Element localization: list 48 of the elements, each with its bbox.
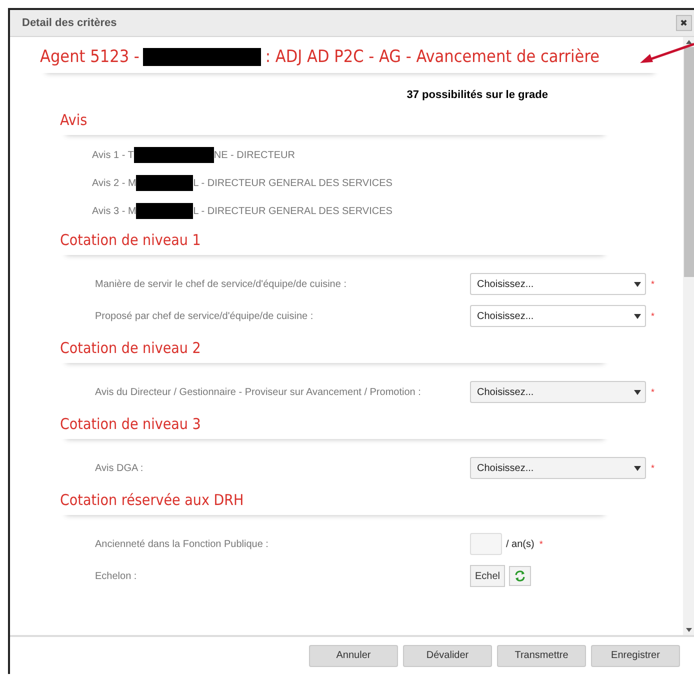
section-title: Cotation réservée aux DRH: [60, 487, 610, 515]
agent-heading-start: Agent 5123 -: [40, 47, 140, 67]
scrollbar[interactable]: [683, 37, 694, 635]
required-mark: *: [651, 279, 655, 289]
footer-button[interactable]: Enregistrer: [591, 644, 680, 666]
footer-button[interactable]: Transmettre: [497, 644, 586, 666]
select-field[interactable]: Choisissez...: [470, 305, 646, 327]
scroll-down-icon[interactable]: [686, 628, 692, 632]
refresh-button[interactable]: [509, 566, 532, 586]
required-mark: *: [539, 539, 543, 549]
required-mark: *: [651, 387, 655, 397]
caret-icon: [634, 390, 641, 394]
field-label: Avis DGA :: [95, 462, 144, 474]
caret-icon: [634, 282, 641, 286]
avis-text-start: Avis 1 - T: [92, 150, 134, 160]
section-title: Cotation de niveau 2: [60, 335, 610, 363]
section-title: Avis: [60, 107, 610, 135]
avis-text-end: L - DIRECTEUR GENERAL DES SERVICES: [193, 178, 392, 188]
close-button[interactable]: ✖: [676, 15, 692, 31]
redaction-block: [136, 203, 194, 219]
avis-text-start: Avis 3 - M: [92, 206, 136, 216]
redaction-block: [136, 175, 194, 191]
input-field[interactable]: [470, 533, 502, 555]
arrow-annotation: [638, 40, 694, 66]
caret-icon: [634, 314, 641, 318]
avis-text-end: L - DIRECTEUR GENERAL DES SERVICES: [193, 206, 392, 216]
agent-heading-end: : ADJ AD P2C - AG - Avancement de carrière: [265, 47, 600, 67]
unit-label: / an(s): [506, 538, 534, 550]
footer-button[interactable]: Annuler: [309, 644, 398, 666]
echelon-button[interactable]: Echel: [470, 565, 506, 587]
required-mark: *: [651, 463, 655, 473]
required-mark: *: [651, 311, 655, 321]
field-label: Echelon :: [95, 570, 138, 582]
scroll-up-icon[interactable]: [686, 40, 692, 44]
possibilities-text: 37 possibilités sur le grade: [406, 89, 549, 101]
field-label: Proposé par chef de service/d'équipe/de cuisine :: [95, 310, 314, 322]
avis-text-end: NE - DIRECTEUR: [214, 150, 295, 160]
field-label: Avis du Directeur / Gestionnaire - Proviseur sur Avancement / Promotion :: [95, 386, 422, 398]
field-label: Ancienneté dans la Fonction Publique :: [95, 538, 270, 550]
caret-icon: [634, 466, 641, 470]
refresh-icon: [514, 570, 526, 582]
footer-button[interactable]: Dévalider: [403, 644, 492, 666]
section-title: Cotation de niveau 1: [60, 227, 610, 255]
dialog-title: Detail des critères: [22, 17, 117, 29]
select-field[interactable]: Choisissez...: [470, 273, 646, 295]
avis-text-start: Avis 2 - M: [92, 178, 136, 188]
section-title: Cotation de niveau 3: [60, 411, 610, 439]
field-label: Manière de servir le chef de service/d'équipe/de cuisine :: [95, 278, 348, 290]
